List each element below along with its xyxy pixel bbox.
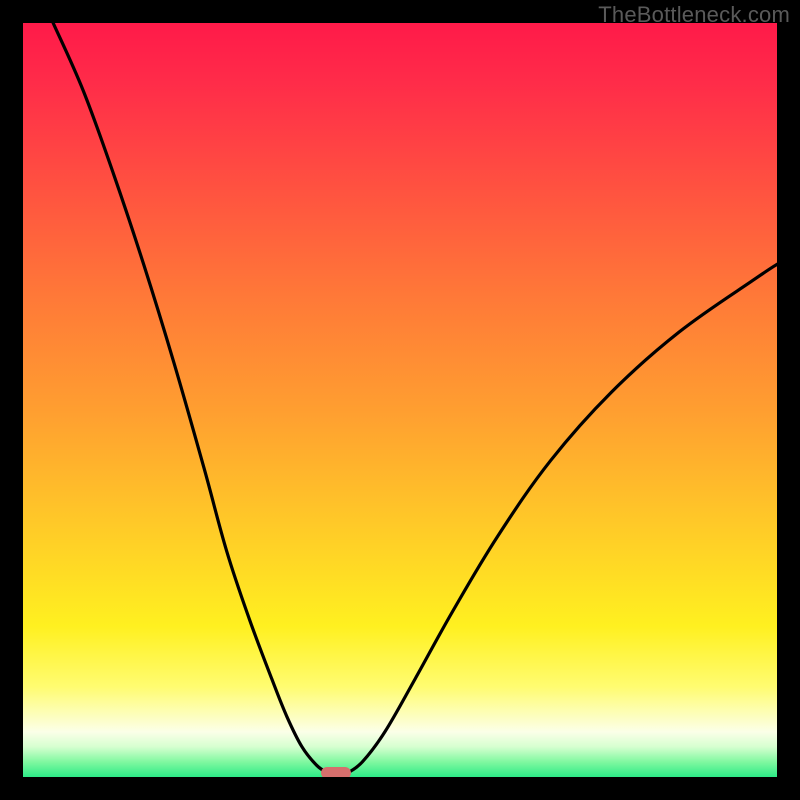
chart-plot-area xyxy=(23,23,777,777)
curve-svg xyxy=(23,23,777,777)
minimum-marker xyxy=(321,767,351,777)
curve-right-branch xyxy=(347,264,777,773)
curve-left-branch xyxy=(53,23,328,773)
